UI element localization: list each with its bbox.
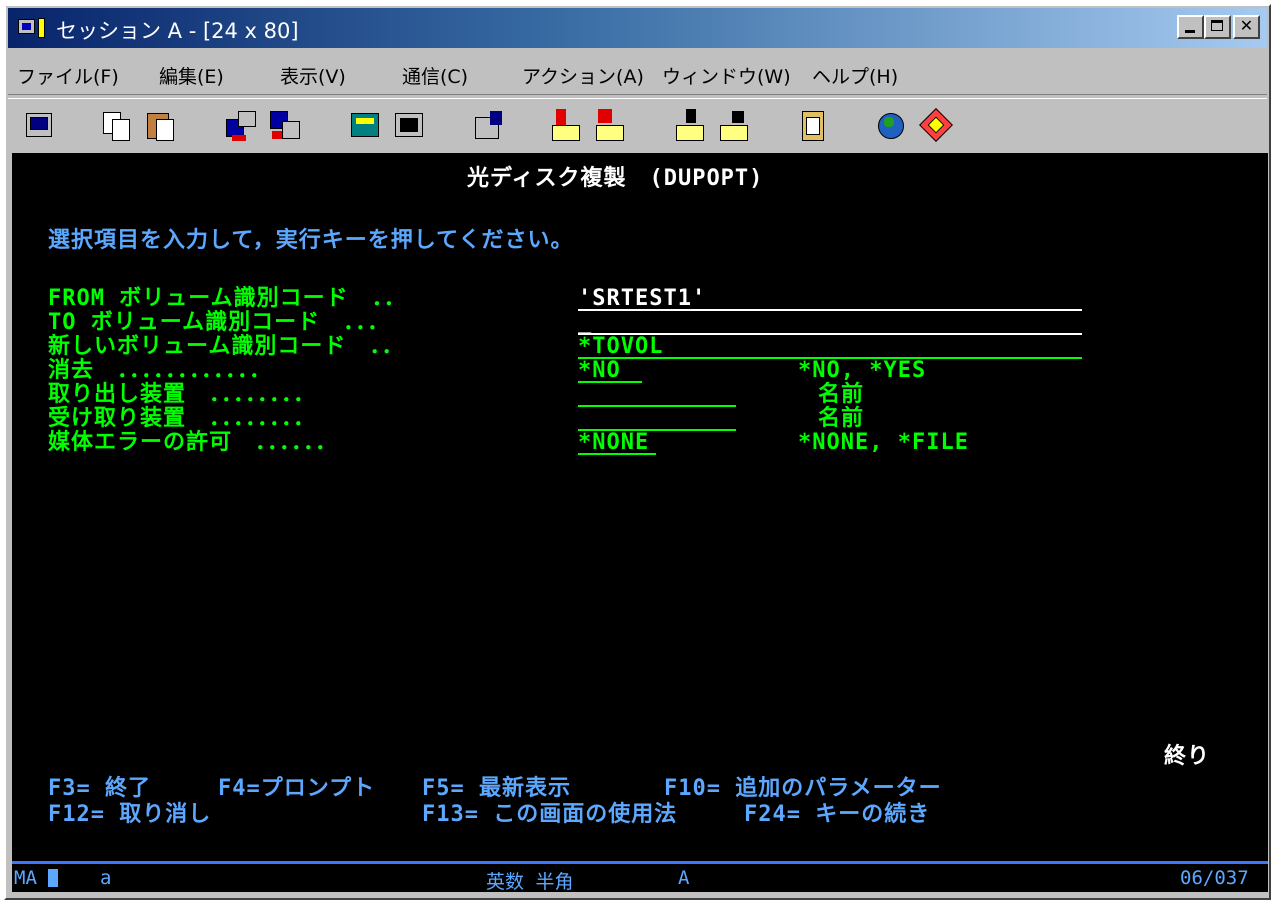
field-label-allow-media-errors: 媒体エラーの許可 ．．．．．． <box>48 430 339 455</box>
fkey-f5[interactable]: F5= 最新表示 <box>422 777 571 801</box>
paste-icon[interactable] <box>142 107 180 145</box>
edit-icon[interactable] <box>470 107 508 145</box>
field-label-clear: 消去 ．．．．．．．．．．．． <box>48 358 273 383</box>
new-volume-input[interactable]: *TOVOL <box>578 335 663 359</box>
field-label-to-device: 受け取り装置 ．．．．．．．． <box>48 406 317 431</box>
clear-underline <box>578 381 642 383</box>
menu-bar: ファイル(F) 編集(E) 表示(V) 通信(C) アクション(A) ウィンドウ… <box>8 52 1267 95</box>
close-icon: ✕ <box>1239 16 1254 35</box>
clear-input[interactable]: *NO <box>578 359 621 383</box>
allow-media-errors-input[interactable]: *NONE <box>578 431 649 455</box>
from-volume-underline <box>578 309 1082 311</box>
copy-icon[interactable] <box>98 107 136 145</box>
minimize-button[interactable] <box>1177 15 1204 39</box>
close-button[interactable]: ✕ <box>1233 15 1260 39</box>
status-indicator: A <box>678 867 690 889</box>
fkey-f13[interactable]: F13= この画面の使用法 <box>422 803 677 827</box>
allow-media-errors-underline <box>578 453 656 455</box>
cursor-position: 06/037 <box>1180 867 1249 889</box>
app-icon[interactable] <box>18 18 48 38</box>
field-label-new-volume: 新しいボリューム識別コード ．． <box>48 334 405 359</box>
status-bar: MA a 英数 半角 A 06/037 <box>12 861 1268 893</box>
toolbar <box>8 98 1267 161</box>
window-title: セッション A - [24 x 80] <box>56 19 299 43</box>
print-screen-icon[interactable] <box>20 107 58 145</box>
fkey-f4[interactable]: F4=プロンプト <box>218 777 375 801</box>
instruction-text: 選択項目を入力して，実行キーを押してください。 <box>48 228 574 253</box>
keypad-icon[interactable] <box>390 107 428 145</box>
menu-action[interactable]: アクション(A) <box>522 62 644 89</box>
title-bar[interactable]: セッション A - [24 x 80] ✕ <box>8 8 1267 48</box>
field-label-from-device: 取り出し装置 ．．．．．．．． <box>48 382 317 407</box>
fkey-f3[interactable]: F3= 終了 <box>48 777 151 801</box>
status-cursor-block <box>48 869 58 887</box>
macro-edit-icon[interactable] <box>716 107 754 145</box>
fkey-f10[interactable]: F10= 追加のパラメーター <box>664 777 942 801</box>
menu-edit[interactable]: 編集(E) <box>159 62 224 89</box>
menu-help[interactable]: ヘルプ(H) <box>812 62 898 89</box>
menu-view[interactable]: 表示(V) <box>280 62 346 89</box>
clear-options: *NO, *YES <box>798 358 927 383</box>
macro-record-icon[interactable] <box>548 107 586 145</box>
field-label-to-volume: TO ボリューム識別コード ．．． <box>48 310 391 335</box>
maximize-icon <box>1211 20 1223 31</box>
send-icon[interactable] <box>222 107 260 145</box>
end-indicator: 終り <box>1164 744 1211 769</box>
menu-window[interactable]: ウィンドウ(W) <box>662 62 791 89</box>
screen-title: 光ディスク複製 (DUPOPT) <box>467 166 764 191</box>
menu-file[interactable]: ファイル(F) <box>17 62 119 89</box>
menu-communication[interactable]: 通信(C) <box>402 62 468 89</box>
clipboard-icon[interactable] <box>794 107 832 145</box>
globe-icon[interactable] <box>874 107 912 145</box>
status-input-mode: 英数 半角 <box>486 871 574 893</box>
to-volume-input[interactable]: _ <box>578 311 592 335</box>
allow-media-errors-options: *NONE, *FILE <box>798 430 969 455</box>
display-icon[interactable] <box>346 107 384 145</box>
field-label-from-volume: FROM ボリューム識別コード ．． <box>48 286 407 311</box>
fkey-f24[interactable]: F24= キーの続き <box>744 803 930 827</box>
fkey-f12[interactable]: F12= 取り消し <box>48 803 211 827</box>
from-device-input[interactable] <box>578 405 736 407</box>
terminal-screen[interactable]: 光ディスク複製 (DUPOPT) 選択項目を入力して，実行キーを押してください。… <box>12 153 1268 861</box>
macro-stop-icon[interactable] <box>592 107 630 145</box>
status-session: a <box>100 867 112 889</box>
minimize-icon <box>1185 30 1195 33</box>
receive-icon[interactable] <box>266 107 304 145</box>
macro-play-icon[interactable] <box>672 107 710 145</box>
maximize-button[interactable] <box>1204 15 1231 39</box>
from-device-hint: 名前 <box>818 382 865 407</box>
to-device-hint: 名前 <box>818 406 865 431</box>
help-icon[interactable] <box>918 107 956 145</box>
status-left: MA <box>14 867 37 889</box>
from-volume-input[interactable]: 'SRTEST1' <box>578 287 706 311</box>
